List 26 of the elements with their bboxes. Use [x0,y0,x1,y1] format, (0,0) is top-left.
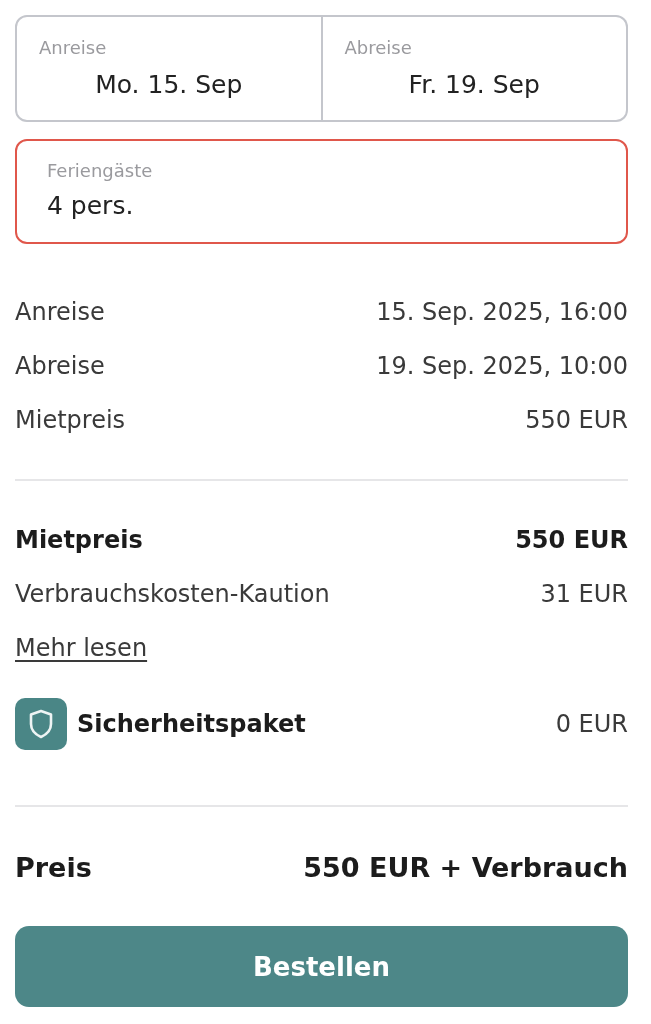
total-value: 550 EUR + Verbrauch [303,851,628,885]
field-label: Abreise [344,37,412,59]
cost-value: 0 EUR [555,709,628,739]
cost-value: 550 EUR [515,525,628,555]
detail-label: Mietpreis [15,405,126,435]
date-field[interactable]: Anreise Mo. 15. Sep [15,15,323,122]
field-label: Feriengäste [47,160,153,182]
date-value: Mo. 15. Sep [95,69,243,101]
detail-value: 550 EUR [525,405,628,435]
guests-value: 4 pers. [47,190,134,222]
guests-field[interactable]: Feriengäste 4 pers. [15,139,628,244]
date-field[interactable]: Abreise Fr. 19. Sep [322,15,628,122]
detail-value: 19. Sep. 2025, 10:00 [376,351,628,381]
read-more-link[interactable]: Mehr lesen [15,633,148,663]
order-button[interactable]: Bestellen [15,926,628,1007]
date-value: Fr. 19. Sep [408,69,540,101]
detail-label: Abreise [15,351,105,381]
cost-label: Mietpreis [15,525,143,555]
shield-icon [15,698,67,750]
cost-value: 31 EUR [540,579,628,609]
detail-label: Anreise [15,297,105,327]
detail-value: 15. Sep. 2025, 16:00 [376,297,628,327]
field-label: Anreise [39,37,107,59]
total-label: Preis [15,851,92,885]
cost-label: Verbrauchskosten-Kaution [15,579,330,609]
cost-label: Sicherheitspaket [77,709,306,739]
